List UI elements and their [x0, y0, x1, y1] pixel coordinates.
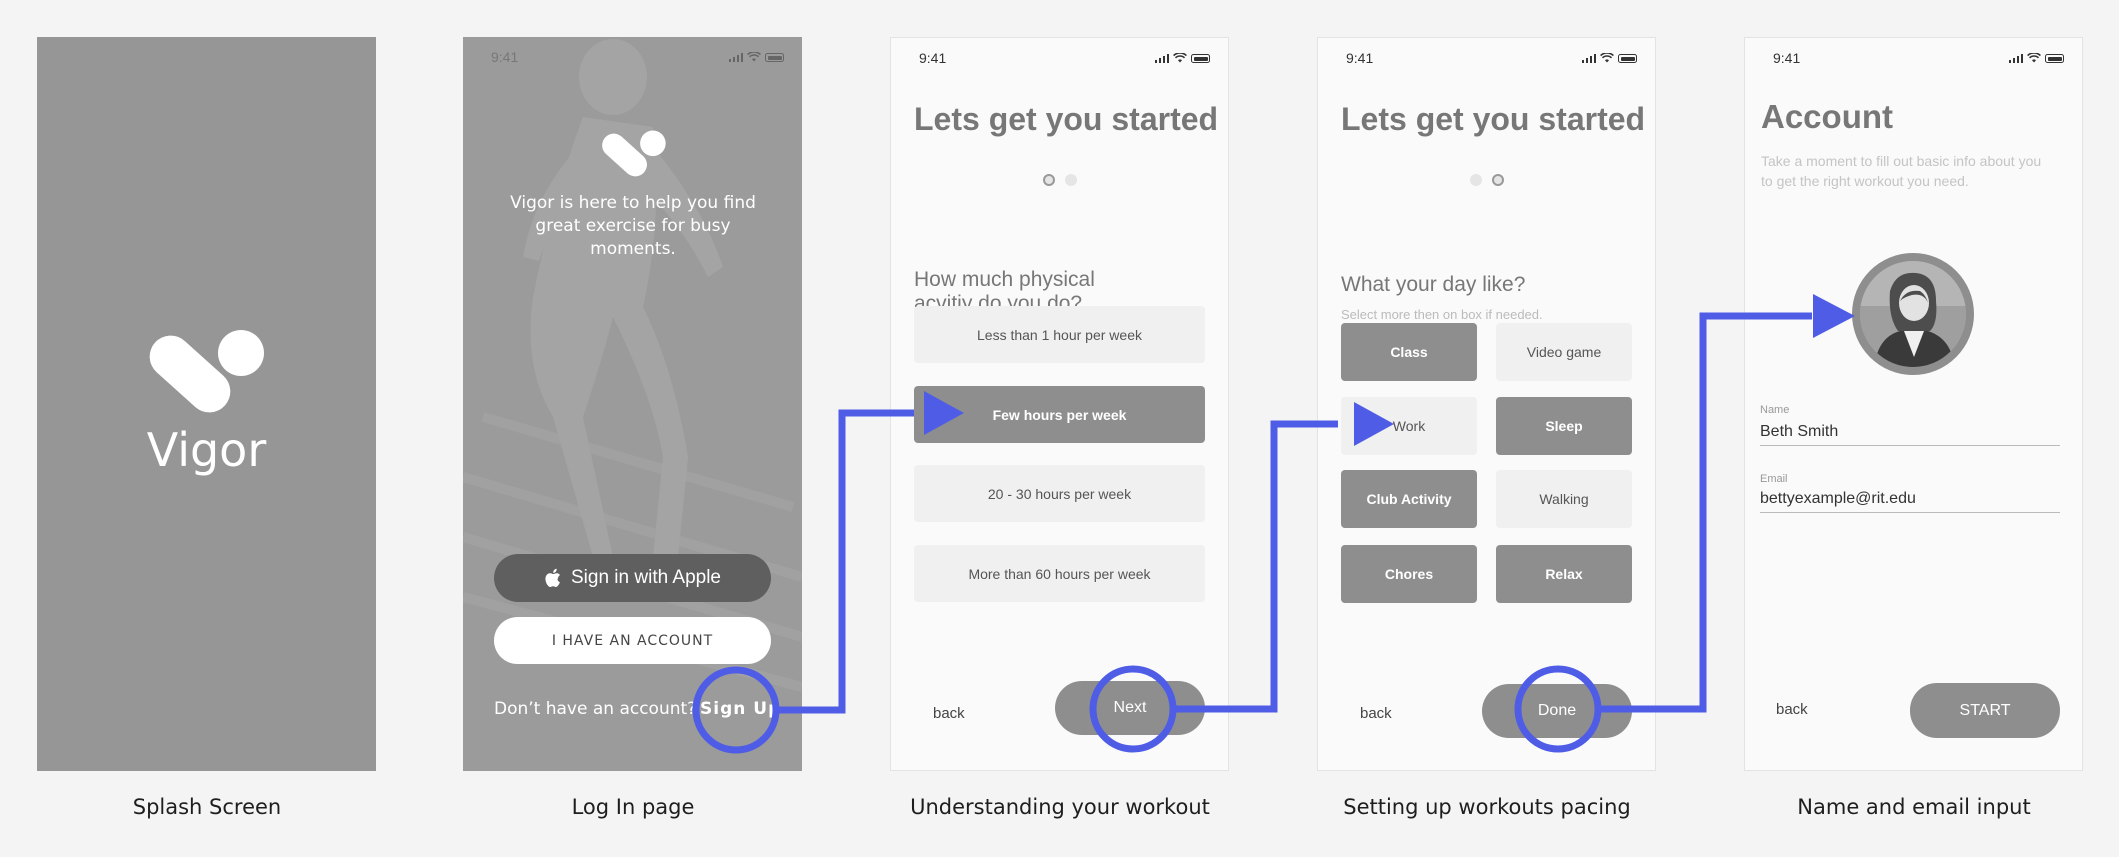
signal-icon [728, 52, 743, 62]
day-question: What your day like? [1341, 273, 1526, 296]
page-dot-1[interactable] [1042, 174, 1055, 186]
pacing-screen: 9:41 Lets get you started What your day … [1317, 37, 1656, 771]
tagline: Vigor is here to help you find great exe… [510, 193, 756, 259]
next-button[interactable]: Next [1055, 681, 1205, 735]
signal-icon [1581, 53, 1596, 63]
signal-icon [2008, 53, 2023, 63]
sign-in-with-apple-button[interactable]: Sign in with Apple [494, 554, 771, 602]
vigor-logo-icon [602, 130, 666, 177]
page-title: Lets get you started [1341, 101, 1646, 137]
no-account-text: Don’t have an account? [494, 699, 697, 719]
back-button[interactable]: back [1776, 701, 1808, 718]
battery-icon [1191, 54, 1210, 63]
caption-login: Log In page [571, 795, 695, 819]
status-bar: 9:41 [1318, 38, 1655, 78]
status-bar: 9:41 [463, 37, 802, 77]
signal-icon [1154, 53, 1169, 63]
wifi-icon [1600, 53, 1614, 63]
chip-class[interactable]: Class [1341, 323, 1477, 381]
battery-icon [2045, 54, 2064, 63]
profile-photo [1860, 261, 1966, 367]
apple-button-label: Sign in with Apple [571, 567, 721, 588]
chip-video-game[interactable]: Video game [1496, 323, 1632, 381]
status-bar: 9:41 [891, 38, 1228, 78]
chip-work[interactable]: Work [1341, 397, 1477, 455]
avatar[interactable] [1852, 253, 1974, 375]
workout-screen: 9:41 Lets get you started How much physi… [890, 37, 1229, 771]
page-dot-2[interactable] [1064, 174, 1077, 186]
chip-chores[interactable]: Chores [1341, 545, 1477, 603]
status-time: 9:41 [491, 49, 519, 65]
page-indicator [1318, 174, 1655, 186]
app-name: Vigor [146, 423, 267, 477]
apple-icon [545, 568, 560, 588]
have-account-button[interactable]: I HAVE AN ACCOUNT [494, 617, 771, 664]
battery-icon [1618, 54, 1637, 63]
page-dot-1[interactable] [1469, 174, 1482, 186]
caption-account: Name and email input [1797, 795, 2031, 819]
page-indicator [891, 174, 1228, 186]
option-less-than-1-hour[interactable]: Less than 1 hour per week [914, 306, 1205, 363]
account-screen: 9:41 Account Take a moment to fill out b… [1744, 37, 2083, 771]
option-20-30-hours[interactable]: 20 - 30 hours per week [914, 465, 1205, 522]
vigor-logo-icon [149, 330, 264, 413]
status-bar: 9:41 [1745, 38, 2082, 78]
wifi-icon [747, 52, 761, 62]
page-title: Lets get you started [914, 101, 1219, 137]
status-time: 9:41 [1773, 50, 1801, 66]
caption-workout: Understanding your workout [910, 795, 1210, 819]
option-few-hours[interactable]: Few hours per week [914, 386, 1205, 443]
done-button[interactable]: Done [1482, 684, 1632, 738]
start-button[interactable]: START [1910, 683, 2060, 738]
chip-sleep[interactable]: Sleep [1496, 397, 1632, 455]
splash-screen: Vigor [37, 37, 376, 771]
page-dot-2[interactable] [1491, 174, 1504, 186]
back-button[interactable]: back [1360, 705, 1392, 722]
status-time: 9:41 [919, 50, 947, 66]
battery-icon [765, 53, 784, 62]
page-title: Account [1761, 98, 1893, 135]
wifi-icon [1173, 53, 1187, 63]
caption-splash: Splash Screen [132, 795, 282, 819]
login-screen: 9:41 Vigor is here to help you find grea… [463, 37, 802, 771]
selection-hint: Select more then on box if needed. [1341, 307, 1543, 322]
back-button[interactable]: back [933, 705, 965, 722]
sign-up-link[interactable]: Sign Up [700, 699, 781, 719]
account-description: Take a moment to fill out basic info abo… [1761, 153, 2042, 189]
email-label: Email [1760, 473, 1788, 485]
caption-pacing: Setting up workouts pacing [1343, 795, 1631, 819]
chip-relax[interactable]: Relax [1496, 545, 1632, 603]
option-more-than-60-hours[interactable]: More than 60 hours per week [914, 545, 1205, 602]
name-field[interactable]: Beth Smith [1760, 423, 2060, 446]
wifi-icon [2027, 53, 2041, 63]
chip-club-activity[interactable]: Club Activity [1341, 470, 1477, 528]
email-field[interactable]: bettyexample@rit.edu [1760, 490, 2060, 513]
name-label: Name [1760, 404, 1790, 416]
chip-walking[interactable]: Walking [1496, 470, 1632, 528]
status-time: 9:41 [1346, 50, 1374, 66]
